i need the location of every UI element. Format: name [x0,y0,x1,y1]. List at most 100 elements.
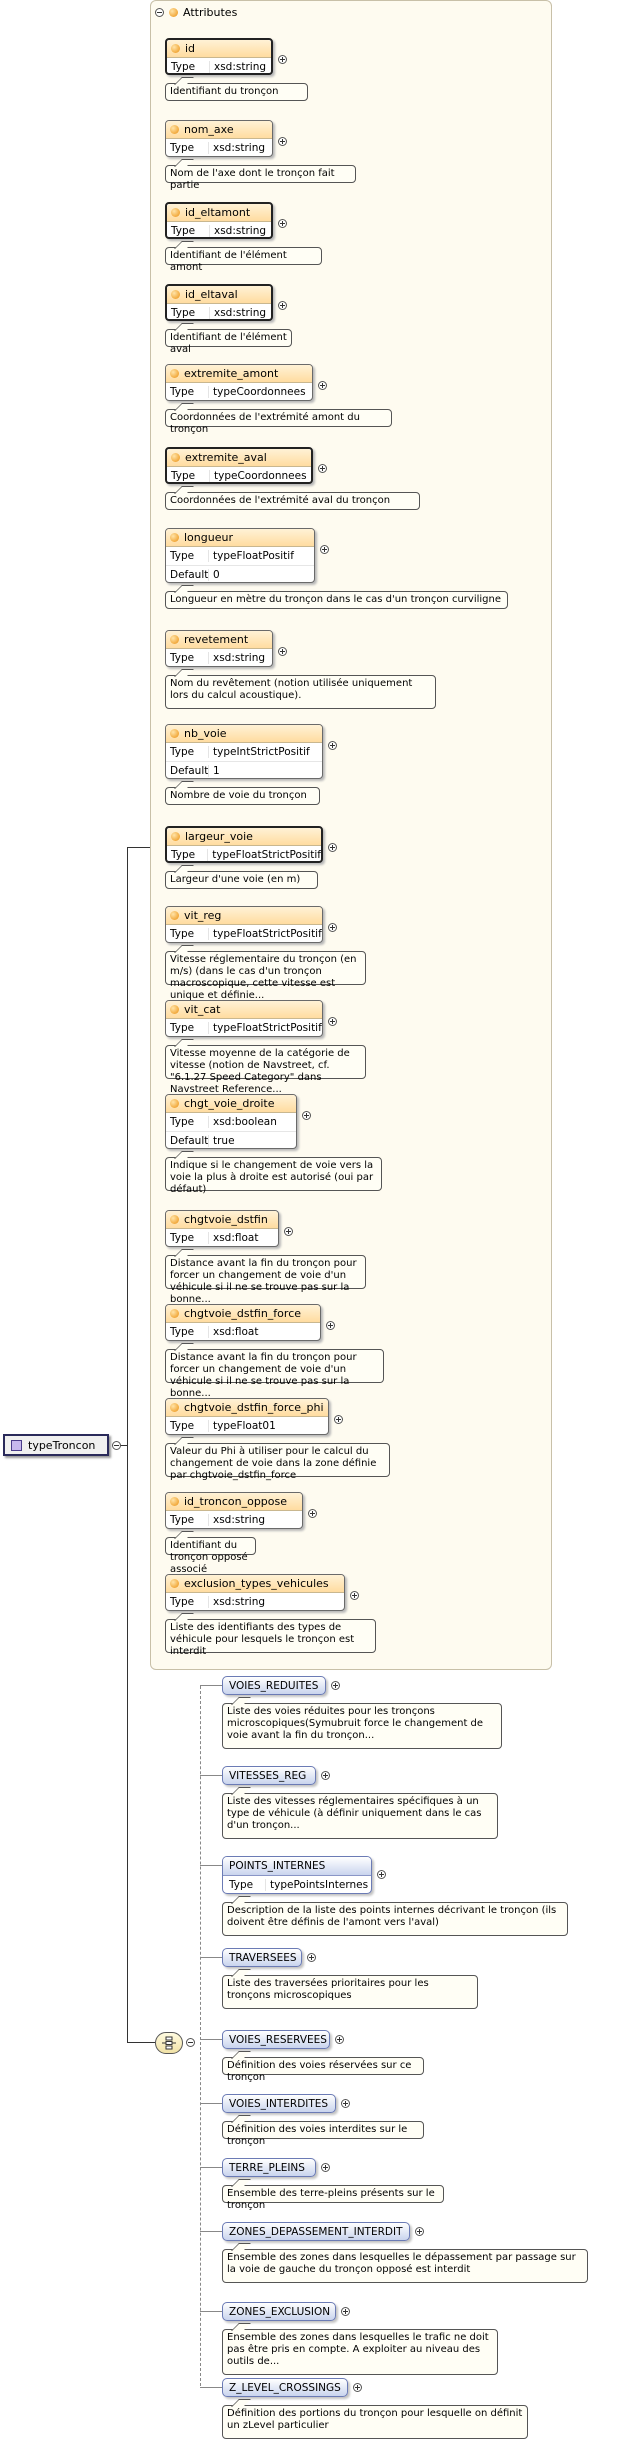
attribute-exclusion-types-vehicules[interactable]: exclusion_types_vehicules Type xsd:string [165,1574,345,1611]
element-connector [200,2387,222,2388]
element-traversees[interactable]: TRAVERSEES [222,1948,302,1967]
attribute-longueur[interactable]: longueur Type typeFloatPositif Default 0 [165,528,315,583]
expand-icon[interactable] [328,843,337,852]
type-label: Type [229,1879,254,1891]
expand-icon[interactable] [307,1953,316,1962]
element-type-row: Type typePointsInternes [223,1876,371,1894]
expand-icon[interactable] [278,647,287,656]
attribute-nb-voie[interactable]: nb_voie Type typeIntStrictPositif Default 1 [165,724,323,779]
root-collapse-icon[interactable] [112,1441,121,1450]
attribute-icon [170,125,179,134]
attribute-name: chgtvoie_dstfin [184,1213,268,1226]
expand-icon[interactable] [335,2035,344,2044]
expand-icon[interactable] [353,2383,362,2392]
attribute-type-row: Type xsd:string [167,58,271,76]
collapse-icon[interactable] [155,7,164,17]
attribute-name: longueur [184,531,233,544]
expand-icon[interactable] [341,2099,350,2108]
type-label: Type [170,1326,195,1338]
attribute-id-troncon-oppose[interactable]: id_troncon_oppose Type xsd:string [165,1492,303,1529]
attribute-chgtvoie-dstfin[interactable]: chgtvoie_dstfin Type xsd:float [165,1210,279,1247]
expand-icon[interactable] [278,219,287,228]
attribute-vit-cat[interactable]: vit_cat Type typeFloatStrictPositif [165,1000,323,1037]
default-value: 0 [208,569,314,581]
type-value: xsd:string [208,652,272,664]
attribute-documentation: Identifiant du tronçon opposé associé [165,1537,256,1575]
sequence-compositor[interactable] [155,2032,183,2054]
element-voies-reduites[interactable]: VOIES_REDUITES [222,1676,326,1695]
type-label: Type [170,652,195,664]
attribute-type-row: Type typeFloatStrictPositif [166,1019,322,1037]
attribute-largeur-voie[interactable]: largeur_voie Type typeFloatStrictPositif [165,826,323,863]
expand-icon[interactable] [278,55,287,64]
type-label: Type [170,1420,195,1432]
attribute-documentation: Nom de l'axe dont le tronçon fait partie [165,165,356,191]
attribute-type-row: Type xsd:string [166,1511,302,1529]
expand-icon[interactable] [334,1415,343,1424]
attribute-name: chgt_voie_droite [184,1097,275,1110]
attribute-documentation: Vitesse moyenne de la catégorie de vites… [165,1045,366,1095]
expand-icon[interactable] [328,1017,337,1026]
element-voies-reservees[interactable]: VOIES_RESERVEES [222,2030,330,2049]
sequence-collapse-icon[interactable] [186,2038,195,2047]
element-vitesses-reg[interactable]: VITESSES_REG [222,1766,316,1785]
attribute-header: nb_voie [166,725,322,743]
expand-icon[interactable] [341,2307,350,2316]
expand-icon[interactable] [350,1591,359,1600]
attribute-type-row: Type typeIntStrictPositif [166,743,322,761]
element-zones-exclusion[interactable]: ZONES_EXCLUSION [222,2302,336,2321]
expand-icon[interactable] [326,1321,335,1330]
type-label: Type [170,1116,195,1128]
attribute-header: chgtvoie_dstfin_force_phi [166,1399,328,1417]
expand-icon[interactable] [278,137,287,146]
expand-icon[interactable] [278,301,287,310]
attribute-documentation: Coordonnées de l'extrémité amont du tron… [165,409,392,435]
attribute-name: id_troncon_oppose [184,1495,288,1508]
attribute-vit-reg[interactable]: vit_reg Type typeFloatStrictPositif [165,906,323,943]
attribute-documentation: Longueur en mètre du tronçon dans le cas… [165,591,508,609]
element-documentation: Ensemble des zones dans lesquelles le dé… [222,2249,588,2283]
element-connector [200,2039,222,2040]
attribute-documentation: Identifiant de l'élément amont [165,247,322,273]
attribute-nom-axe[interactable]: nom_axe Type xsd:string [165,120,273,157]
default-label: Default [170,569,209,581]
expand-icon[interactable] [415,2227,424,2236]
expand-icon[interactable] [377,1870,386,1879]
attribute-type-row: Type xsd:string [166,1593,344,1611]
attribute-id-eltaval[interactable]: id_eltaval Type xsd:string [165,284,273,321]
attribute-extremite-amont[interactable]: extremite_amont Type typeCoordonnees [165,364,313,401]
root-element-box[interactable]: typeTroncon [3,1434,109,1456]
expand-icon[interactable] [318,381,327,390]
attribute-icon [170,1215,179,1224]
type-label: Type [170,550,195,562]
expand-icon[interactable] [321,2163,330,2172]
expand-icon[interactable] [331,1681,340,1690]
expand-icon[interactable] [328,741,337,750]
attribute-id[interactable]: id Type xsd:string [165,38,273,75]
type-value: xsd:float [208,1232,278,1244]
attribute-icon [170,533,179,542]
attribute-chgt-voie-droite[interactable]: chgt_voie_droite Type xsd:boolean Default tr… [165,1094,297,1149]
element-points-internes[interactable]: POINTS_INTERNES Type typePointsInternes [222,1856,372,1894]
attribute-revetement[interactable]: revetement Type xsd:string [165,630,273,667]
expand-icon[interactable] [321,1771,330,1780]
element-voies-interdites[interactable]: VOIES_INTERDITES [222,2094,336,2113]
attribute-chgtvoie-dstfin-force[interactable]: chgtvoie_dstfin_force Type xsd:float [165,1304,321,1341]
attribute-header: longueur [166,529,314,547]
element-z-level-crossings[interactable]: Z_LEVEL_CROSSINGS [222,2378,348,2397]
attribute-chgtvoie-dstfin-force-phi[interactable]: chgtvoie_dstfin_force_phi Type typeFloat01 [165,1398,329,1435]
attribute-id-eltamont[interactable]: id_eltamont Type xsd:string [165,202,273,239]
element-zones-depassement-interdit[interactable]: ZONES_DEPASSEMENT_INTERDIT [222,2222,410,2241]
attribute-header: revetement [166,631,272,649]
type-value: typeIntStrictPositif [208,746,322,758]
expand-icon[interactable] [318,464,327,473]
attribute-icon [171,453,180,462]
element-terre-pleins[interactable]: TERRE_PLEINS [222,2158,316,2177]
expand-icon[interactable] [308,1509,317,1518]
attribute-icon [170,1099,179,1108]
attribute-extremite-aval[interactable]: extremite_aval Type typeCoordonnees [165,447,313,484]
expand-icon[interactable] [320,545,329,554]
expand-icon[interactable] [328,923,337,932]
expand-icon[interactable] [302,1111,311,1120]
expand-icon[interactable] [284,1227,293,1236]
